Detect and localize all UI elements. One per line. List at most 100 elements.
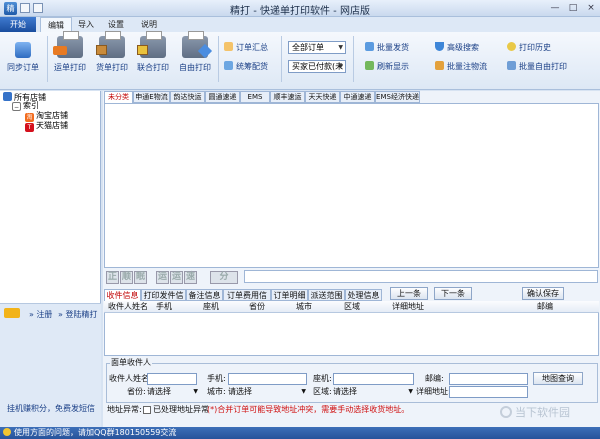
payment-filter-select[interactable]: 买家已付款(未 — [288, 60, 346, 73]
province-label: 省份: — [127, 387, 146, 396]
address-conflict-warning: (*)合并订单可能导致地址冲突，需要手动选择收货地址。 — [207, 405, 410, 414]
address-input[interactable] — [449, 386, 528, 398]
tree-group-label: 索引 — [23, 101, 39, 110]
address-label: 详细地址: — [416, 387, 451, 396]
prev-record-button[interactable]: 上一条 — [390, 287, 428, 300]
sync-orders-button[interactable]: 同步订单 — [3, 36, 43, 73]
print-list-icon — [507, 61, 516, 70]
start-menu-button[interactable]: 开始 — [0, 17, 36, 32]
ribbon-separator — [47, 36, 48, 82]
tab-fee-info[interactable]: 订单费用信息 — [223, 289, 271, 311]
tab-edit[interactable]: 编辑 — [40, 17, 72, 32]
folder-icon — [3, 92, 12, 101]
print-history-button[interactable]: 打印历史 — [507, 42, 551, 54]
batch-remark-label: 批量注物流 — [447, 62, 487, 71]
stock-allocation-button[interactable]: 统筹配货 — [224, 61, 268, 73]
tab-order-detail[interactable]: 订单明细 — [271, 289, 308, 301]
next-record-button[interactable]: 下一条 — [434, 287, 472, 300]
tab-process-info[interactable]: 处理信息 — [345, 289, 382, 301]
clock-icon — [507, 42, 516, 51]
advanced-search-button[interactable]: 高级搜索 — [435, 42, 479, 54]
combined-print-label: 联合打印 — [137, 63, 169, 72]
tab-delivery-range[interactable]: 派送范围 — [308, 289, 345, 301]
receiver-name-input[interactable] — [147, 373, 197, 385]
register-link[interactable]: » 注册 — [29, 309, 52, 320]
collapse-icon: − — [12, 102, 21, 111]
print-history-label: 打印历史 — [519, 43, 551, 52]
col-header-city: 城市 — [296, 302, 312, 311]
pager-button[interactable]: 正 — [106, 271, 119, 284]
delivery-print-button[interactable]: 货单打印 — [92, 31, 132, 73]
pager-button[interactable]: 速 — [184, 271, 197, 284]
tab-sender-info[interactable]: 打印发件信息 — [141, 289, 186, 311]
register-label: 注册 — [36, 310, 53, 319]
tab-unclassified[interactable]: 未分类 — [104, 91, 133, 103]
login-link[interactable]: » 登陆精打 — [58, 309, 97, 320]
waybill-print-button[interactable]: 运单打印 — [50, 31, 90, 73]
col-header-name: 收件人姓名 — [108, 302, 148, 311]
phone-label: 座机: — [313, 374, 332, 383]
zip-input[interactable] — [449, 373, 528, 385]
waybill-print-label: 运单打印 — [54, 63, 86, 72]
order-grid[interactable] — [104, 103, 599, 268]
address-abnormal-checkbox-label: 已处理地址异常 — [153, 405, 209, 414]
tree-group-index[interactable]: − 索引 — [12, 101, 39, 111]
batch-free-print-button[interactable]: 批量自由打印 — [507, 61, 567, 73]
pager-button[interactable]: 分 — [210, 271, 238, 284]
tab-sto[interactable]: 申通E物流 — [133, 91, 170, 103]
tab-help[interactable]: 说明 — [139, 17, 159, 32]
tree-item-tmall[interactable]: T 天猫店铺 — [25, 121, 68, 132]
printer-truck-icon — [53, 31, 83, 58]
tab-tiantian[interactable]: 天天快递 — [305, 91, 340, 103]
mobile-label: 手机: — [207, 374, 226, 383]
batch-remark-button[interactable]: 批量注物流 — [435, 61, 487, 73]
pager-button[interactable]: 顺 — [120, 271, 133, 284]
confirm-save-button[interactable]: 确认保存 — [522, 287, 564, 300]
col-header-district: 区域 — [344, 302, 360, 311]
pager-button[interactable]: 运 — [156, 271, 169, 284]
stock-allocation-label: 统筹配货 — [236, 62, 268, 71]
batch-ship-button[interactable]: 批量发货 — [365, 42, 409, 54]
printer-pen-icon — [182, 31, 213, 59]
tab-settings[interactable]: 设置 — [106, 17, 126, 32]
close-button[interactable]: × — [584, 2, 598, 14]
col-header-zip: 邮编 — [537, 302, 553, 311]
batch-ship-label: 批量发货 — [377, 43, 409, 52]
mobile-input[interactable] — [228, 373, 307, 385]
refresh-icon — [365, 61, 374, 70]
filter-icon — [435, 42, 444, 51]
tab-receiver-info[interactable]: 收件信息 — [104, 289, 141, 301]
phone-input[interactable] — [333, 373, 414, 385]
tab-yunda[interactable]: 韵达快运 — [170, 91, 205, 103]
tab-ems-economy[interactable]: EMS经济快递 — [375, 91, 420, 103]
tab-import[interactable]: 导入 — [76, 17, 96, 32]
advanced-search-label: 高级搜索 — [447, 43, 479, 52]
pager-button[interactable]: 运 — [170, 271, 183, 284]
status-text: 使用方面的问题，请加QQ群180150559交流 — [14, 428, 177, 437]
tab-remark-info[interactable]: 备注信息 — [186, 289, 223, 301]
order-filter-select[interactable]: 全部订单 — [288, 41, 346, 54]
jingda-logo-icon — [4, 308, 20, 318]
tab-sf[interactable]: 顺丰速运 — [270, 91, 305, 103]
earn-points-link[interactable]: 挂机赚积分，免费发短信 — [7, 403, 95, 414]
province-select[interactable]: 请选择 — [147, 386, 199, 398]
printer-box-icon — [96, 31, 125, 58]
refresh-button[interactable]: 刷新显示 — [365, 61, 409, 73]
free-print-button[interactable]: 自由打印 — [175, 31, 215, 73]
pager-input[interactable] — [244, 270, 598, 283]
district-select[interactable]: 请选择 — [333, 386, 414, 398]
tab-zto[interactable]: 中通速递 — [340, 91, 375, 103]
ribbon-separator — [218, 36, 219, 82]
status-bar: 使用方面的问题，请加QQ群180150559交流 — [0, 427, 600, 439]
city-select[interactable]: 请选择 — [228, 386, 307, 398]
maximize-button[interactable]: □ — [566, 2, 580, 14]
order-summary-button[interactable]: 订单汇总 — [224, 42, 268, 54]
address-abnormal-checkbox[interactable] — [143, 406, 151, 414]
tab-yto[interactable]: 圆通速递 — [205, 91, 240, 103]
tab-ems[interactable]: EMS — [240, 91, 270, 103]
zip-label: 邮编: — [425, 374, 444, 383]
pager-button[interactable]: 眠 — [134, 271, 147, 284]
minimize-button[interactable]: — — [548, 2, 562, 14]
combined-print-button[interactable]: 联合打印 — [133, 31, 173, 73]
map-query-button[interactable]: 地图查询 — [533, 372, 583, 385]
